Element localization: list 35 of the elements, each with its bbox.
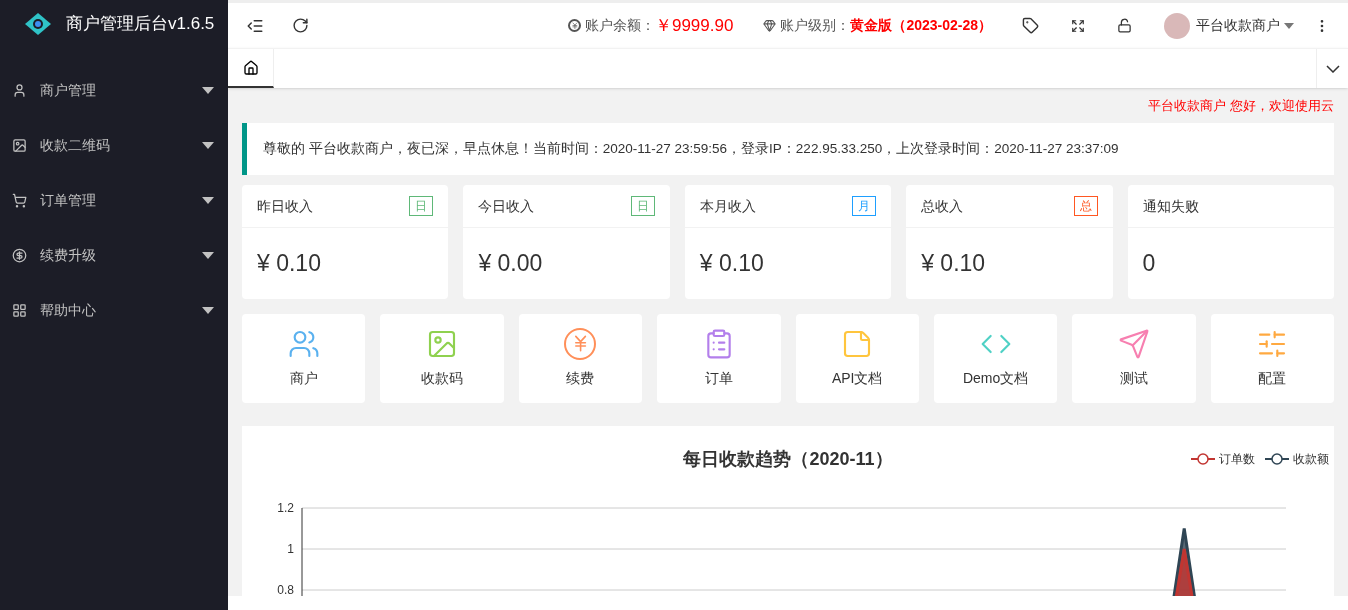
stat-value: 0 xyxy=(1141,249,1157,278)
app-title: 商户管理后台v1.6.5 xyxy=(66,13,215,36)
shortcut-label: 测试 xyxy=(1119,369,1148,388)
stat-title: 通知失败 xyxy=(1142,196,1199,216)
y-tick-label: 0.8 xyxy=(277,583,294,597)
stat-title: 总收入 xyxy=(921,196,964,216)
level-label: 账户级别： xyxy=(780,16,851,35)
stat-value: ¥ 0.00 xyxy=(477,249,544,278)
shortcut-label: Demo文档 xyxy=(962,369,1029,388)
stat-value: ¥ 0.10 xyxy=(920,249,987,278)
chart-title: 每日收款趋势（2020-11） xyxy=(683,449,893,469)
y-tick-label: 1.2 xyxy=(277,501,294,515)
shortcut-label: 商户 xyxy=(289,369,318,388)
stat-title: 今日收入 xyxy=(478,196,535,216)
shortcut-label: 订单 xyxy=(704,369,733,388)
stat-value: ¥ 0.10 xyxy=(698,249,765,278)
welcome-marquee: 平台收款商户 您好，欢迎使用云 xyxy=(1148,96,1334,115)
stat-title: 本月收入 xyxy=(699,196,756,216)
stat-badge: 总 xyxy=(1073,196,1098,216)
shortcut-label: 配置 xyxy=(1258,369,1287,388)
y-tick-label: 1 xyxy=(287,542,294,556)
shortcut-label: API文档 xyxy=(831,369,883,388)
balance-value: ￥9999.90 xyxy=(654,14,734,37)
legend-label: 订单数 xyxy=(1219,451,1255,468)
legend-label: 收款额 xyxy=(1293,451,1329,468)
shortcut-label: 收款码 xyxy=(421,369,464,388)
shortcut-label: 续费 xyxy=(566,369,595,388)
level-value: 黄金版（2023-02-28） xyxy=(850,16,992,35)
balance-label: 账户余额： xyxy=(584,16,655,35)
notice-panel: 尊敬的 平台收款商户，夜已深，早点休息！当前时间：2020-11-27 23:59:56，登录IP：222.95.33.250，上次登录时间：2020-11-27 23:37:09 xyxy=(242,123,1334,175)
stat-badge: 月 xyxy=(852,196,877,216)
stat-value: ¥ 0.10 xyxy=(256,249,322,278)
stat-title: 昨日收入 xyxy=(257,196,313,216)
stat-badge: 日 xyxy=(630,196,655,216)
stat-badge: 日 xyxy=(409,196,434,216)
